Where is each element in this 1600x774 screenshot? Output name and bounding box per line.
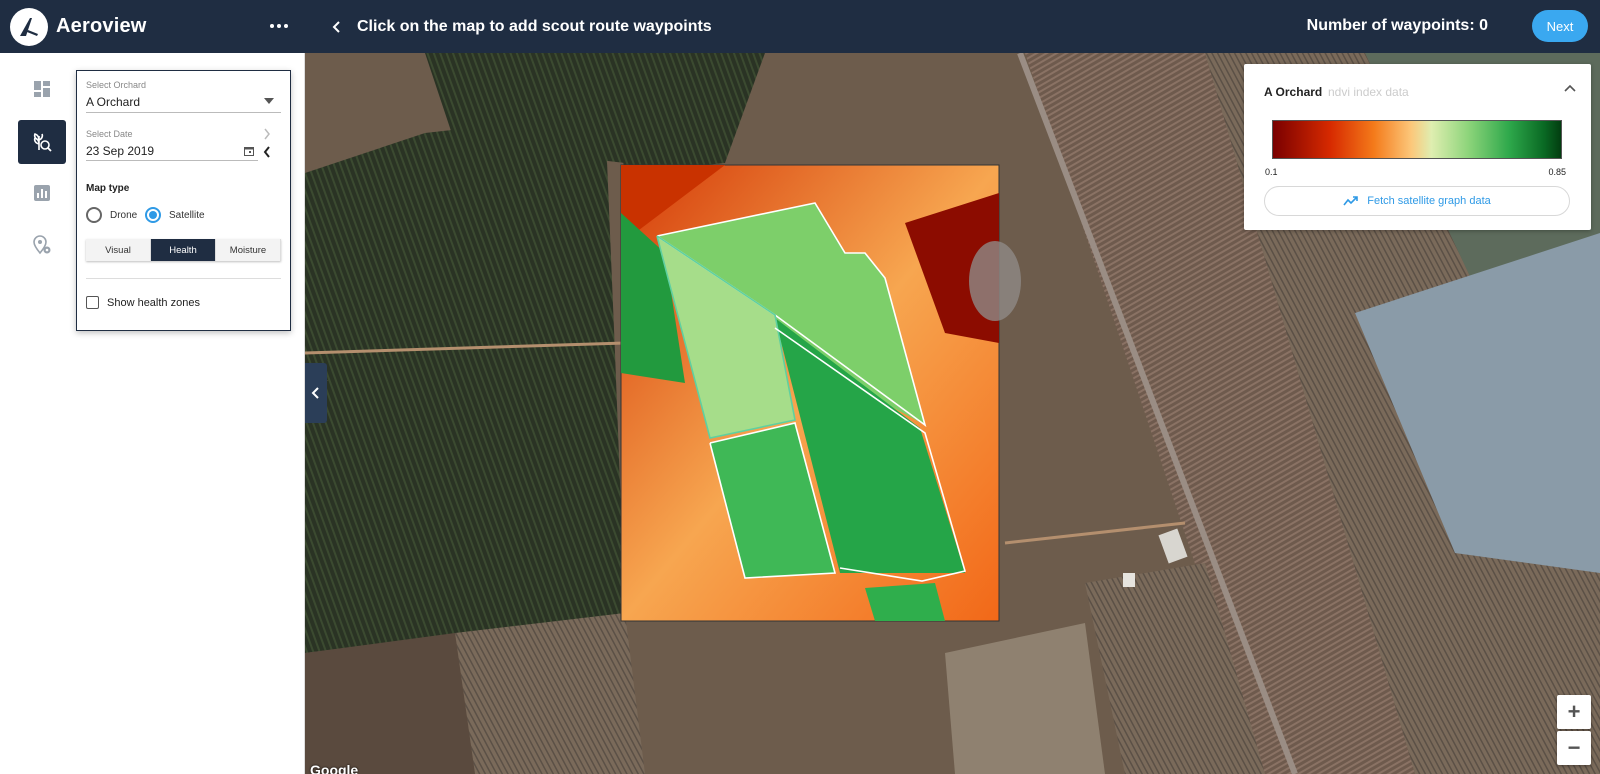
radio-drone-circle[interactable] (86, 207, 102, 223)
ndvi-color-scale (1272, 120, 1562, 159)
map-attribution: Google (310, 762, 359, 774)
health-zones-label: Show health zones (107, 296, 200, 309)
radio-drone-label: Drone (110, 209, 138, 221)
dashboard-icon (34, 81, 50, 97)
top-bar: Aeroview Click on the map to add scout r… (0, 0, 1600, 53)
date-label: Select Date (86, 129, 133, 139)
chart-icon (34, 185, 50, 201)
sidebar-item-location-settings[interactable] (18, 223, 66, 267)
radio-drone[interactable]: Drone (86, 207, 137, 223)
scale-max-label: 0.85 (1548, 167, 1566, 177)
calendar-icon[interactable] (244, 146, 254, 156)
scale-min-label: 0.1 (1265, 167, 1278, 177)
layer-visual-button[interactable]: Visual (86, 239, 151, 261)
page-title: Click on the map to add scout route wayp… (357, 17, 712, 35)
brand: Aeroview (0, 0, 305, 53)
map-settings-panel: Select Orchard A Orchard Select Date 23 … (76, 70, 291, 331)
orchard-underline (86, 112, 281, 113)
fetch-label: Fetch satellite graph data (1367, 195, 1491, 207)
orchard-select[interactable]: A Orchard (86, 95, 140, 109)
radio-satellite[interactable]: Satellite (145, 207, 205, 223)
health-zones-toggle[interactable]: Show health zones (86, 296, 200, 309)
ndvi-legend-card: A Orchard ndvi index data 0.1 0.85 Fetch… (1244, 64, 1591, 230)
layer-moisture-button[interactable]: Moisture (216, 239, 281, 261)
orchard-label: Select Orchard (86, 80, 147, 90)
radio-satellite-label: Satellite (169, 209, 205, 221)
next-button[interactable]: Next (1532, 10, 1588, 42)
legend-subtitle: ndvi index data (1328, 85, 1409, 99)
sidebar-item-dashboard[interactable] (18, 67, 66, 111)
legend-orchard-name: A Orchard (1264, 85, 1323, 99)
map-type-title: Map type (86, 183, 130, 194)
more-options-icon[interactable] (267, 14, 291, 38)
aeroview-logo-icon (10, 7, 48, 46)
date-input[interactable]: 23 Sep 2019 (86, 144, 154, 158)
crop-scout-icon (33, 133, 52, 152)
date-underline (86, 160, 258, 161)
chevron-up-icon[interactable] (1563, 82, 1577, 96)
dropdown-arrow-icon[interactable] (264, 98, 274, 104)
location-settings-icon (33, 235, 51, 255)
waypoint-count: Number of waypoints: 0 (1306, 17, 1488, 34)
panel-divider (86, 278, 281, 279)
health-zones-checkbox[interactable] (86, 296, 99, 309)
zoom-out-button[interactable]: − (1557, 731, 1591, 765)
radio-satellite-circle[interactable] (145, 207, 161, 223)
sidebar-item-reports[interactable] (18, 171, 66, 215)
app-name: Aeroview (56, 15, 147, 37)
next-date-icon[interactable] (263, 128, 271, 140)
fetch-satellite-graph-button[interactable]: Fetch satellite graph data (1264, 186, 1570, 216)
layer-toggle: Visual Health Moisture (86, 239, 281, 261)
collapse-panel-button[interactable] (305, 363, 327, 423)
zoom-in-button[interactable]: + (1557, 695, 1591, 729)
previous-date-icon[interactable] (263, 146, 271, 158)
back-arrow-icon[interactable] (327, 17, 347, 37)
trend-chart-icon (1343, 196, 1359, 206)
sidebar-item-crop-scout[interactable] (18, 120, 66, 164)
layer-health-button[interactable]: Health (151, 239, 216, 261)
chevron-left-icon (311, 387, 319, 399)
